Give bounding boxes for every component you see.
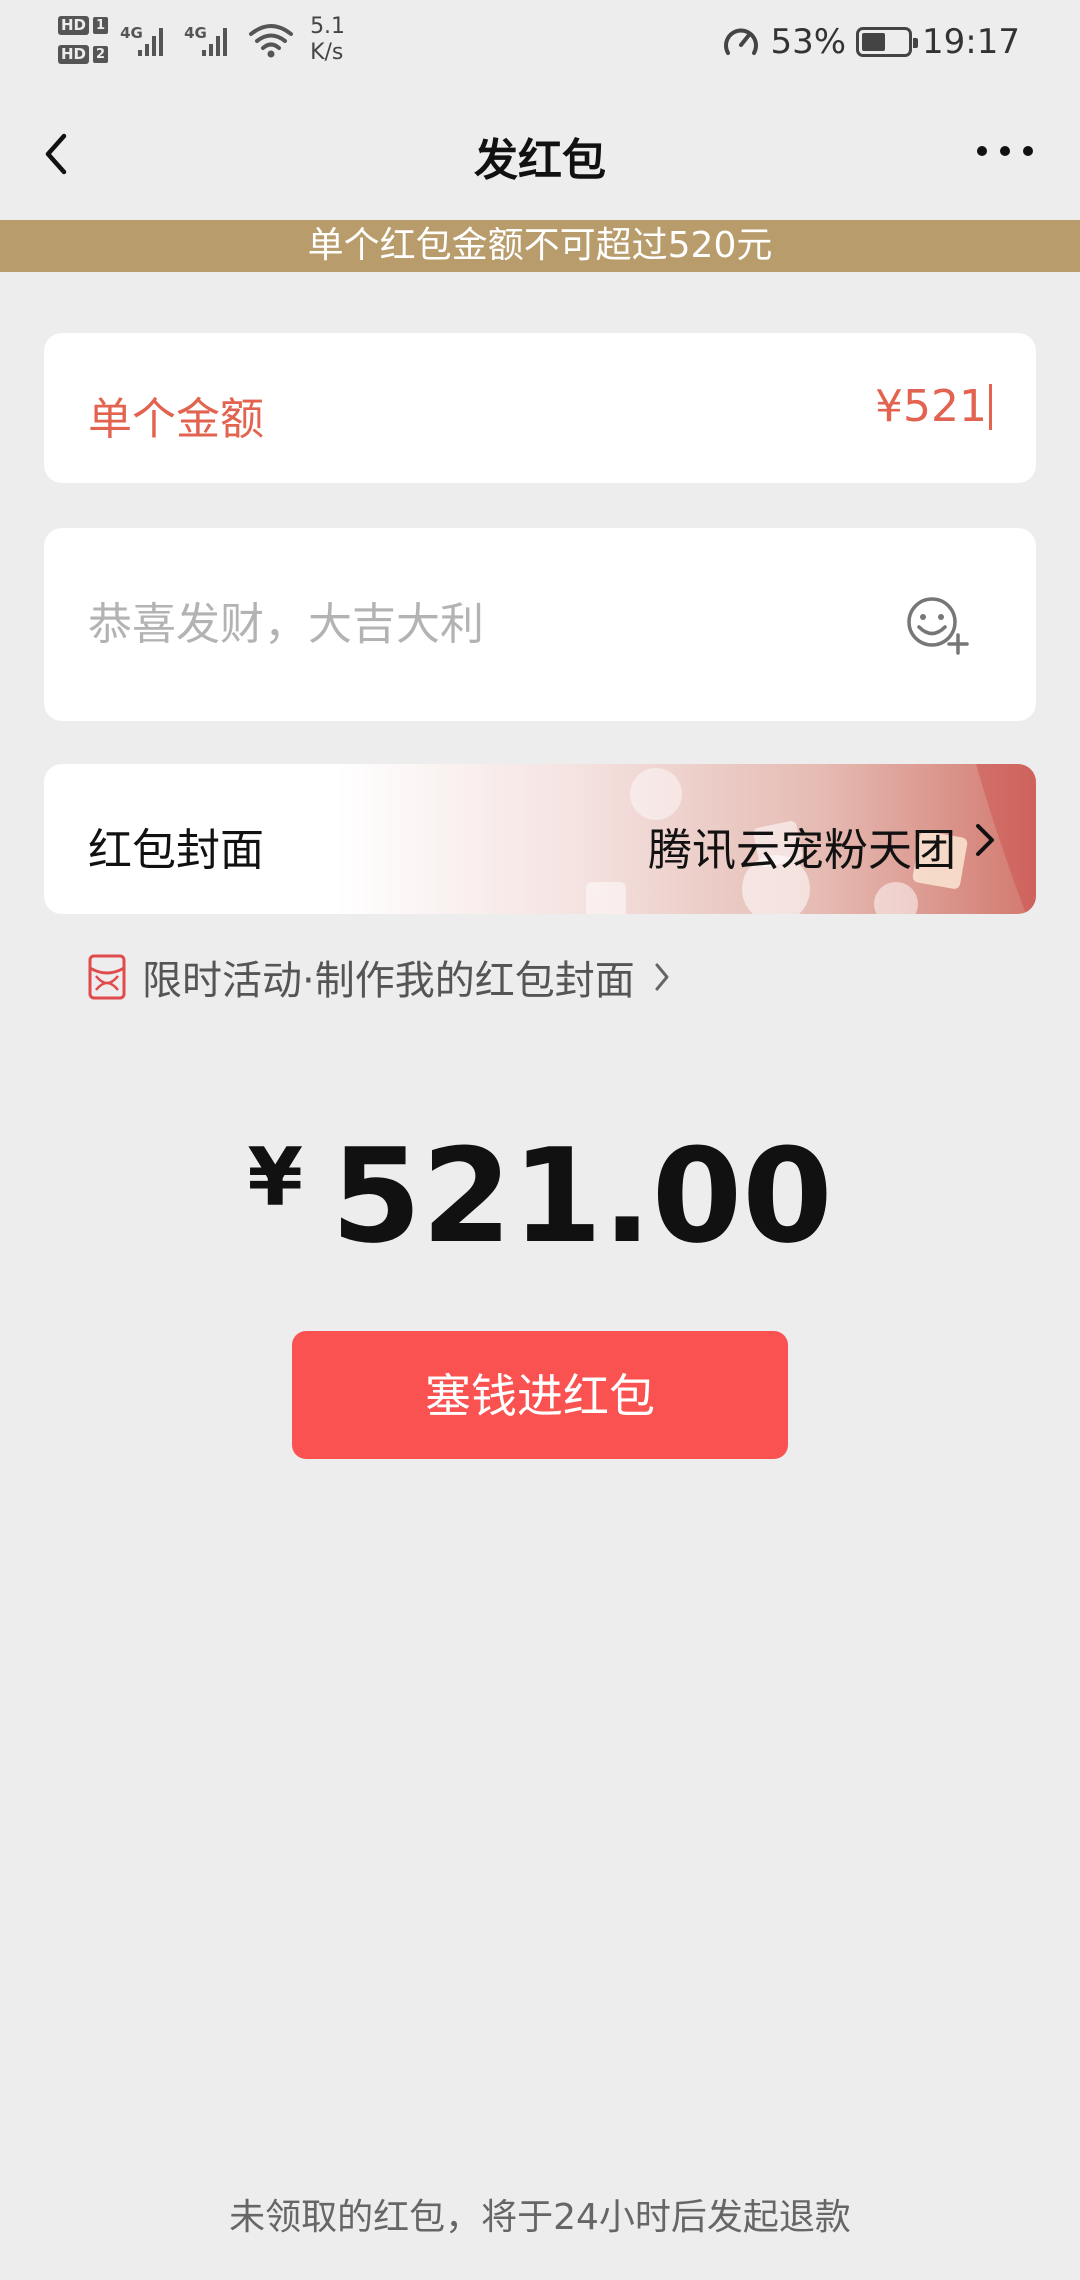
- chevron-right-icon: [976, 824, 994, 856]
- battery-cap: [913, 38, 919, 48]
- clock-time: 19:17: [922, 22, 1020, 62]
- battery-fill: [862, 33, 886, 51]
- amount-field[interactable]: ¥521: [875, 381, 992, 432]
- speed-unit: K/s: [310, 40, 344, 65]
- hd-label-1: HD: [58, 16, 90, 35]
- status-right: 53% 19:17: [722, 22, 1020, 62]
- send-red-packet-button[interactable]: 塞钱进红包: [292, 1331, 788, 1459]
- hd-badge-1: HD 1: [58, 16, 109, 35]
- red-packet-cover-card[interactable]: 红包封面 腾讯云宠粉天团: [44, 764, 1036, 914]
- hd-label-2: HD: [58, 45, 90, 64]
- speedometer-icon: [724, 28, 759, 55]
- speed-value: 5.1: [310, 14, 346, 39]
- total-amount: ¥521.00: [0, 1120, 1080, 1272]
- more-options-icon[interactable]: [970, 136, 1040, 166]
- sim-number-1: 1: [93, 17, 109, 34]
- wifi-icon: [249, 24, 294, 58]
- promo-link[interactable]: 限时活动·制作我的红包封面: [88, 947, 673, 1007]
- greeting-input[interactable]: [84, 586, 868, 662]
- page-title: 发红包: [474, 135, 606, 186]
- hd-badge-2: HD 2: [58, 45, 109, 64]
- battery-percent: 53%: [770, 22, 847, 62]
- refund-notice: 未领取的红包，将于24小时后发起退款: [229, 2197, 851, 2238]
- network-speed: 5.1 K/s: [310, 14, 345, 66]
- sim-number-2: 2: [93, 46, 109, 63]
- cover-label: 红包封面: [88, 825, 264, 876]
- emoji-add-icon[interactable]: [902, 590, 974, 662]
- amount-value: ¥521: [875, 381, 987, 432]
- total-currency-symbol: ¥: [247, 1131, 303, 1224]
- amount-input-card[interactable]: 单个金额 ¥521: [44, 333, 1036, 483]
- promo-text: 限时活动·制作我的红包封面: [142, 958, 635, 1004]
- nav-bar: 发红包: [0, 96, 1080, 220]
- status-bar: HD 1 HD 2 4G 4G 5.1 K/s 53% 19:17: [0, 0, 1080, 96]
- red-packet-icon: [88, 954, 126, 1000]
- signal-2: 4G: [184, 16, 236, 64]
- battery-icon: [856, 27, 919, 57]
- greeting-card: [44, 528, 1036, 721]
- amount-label: 单个金额: [88, 394, 264, 445]
- signal-bars-icon: [202, 28, 228, 56]
- total-amount-value: 521.00: [331, 1120, 833, 1272]
- text-caret: [989, 383, 992, 430]
- hd-indicators: HD 1 HD 2: [58, 16, 109, 64]
- cover-selected-value: 腾讯云宠粉天团: [648, 825, 956, 876]
- amount-limit-notice: 单个红包金额不可超过520元: [0, 220, 1080, 272]
- signal-1: 4G: [120, 16, 172, 64]
- chevron-right-icon: [655, 963, 669, 991]
- signal-bars-icon: [138, 28, 164, 56]
- status-left: HD 1 HD 2 4G 4G 5.1 K/s: [58, 14, 345, 66]
